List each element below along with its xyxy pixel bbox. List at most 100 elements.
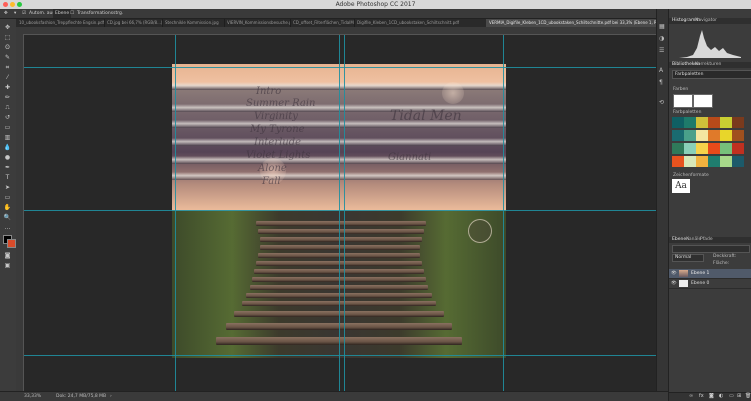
adjustment-layer-icon[interactable]: ◐	[719, 393, 723, 399]
history-panel-icon[interactable]: ⟲	[659, 99, 664, 106]
guide-vertical[interactable]	[503, 35, 504, 391]
quick-mask-icon[interactable]: ◙	[3, 251, 12, 260]
document-tab-active[interactable]: VERMIA_Digifile_Kleben_1CD_ubookstaken_S…	[486, 19, 663, 27]
more-tools-icon[interactable]: …	[3, 223, 12, 232]
color-swatch[interactable]	[720, 130, 732, 141]
eyedropper-tool-icon[interactable]: ⁄	[3, 73, 12, 82]
delete-layer-icon[interactable]: 🗑	[745, 393, 751, 399]
zoom-tool-icon[interactable]: 🔍	[3, 213, 12, 222]
character-style-preview[interactable]: Aa	[672, 179, 690, 193]
tab-adjustments[interactable]: Korrekturen	[695, 62, 721, 68]
document-tab[interactable]: Digifile_Kleben_1CD_ubookstaken_Schiltsc…	[354, 19, 487, 27]
layer-row[interactable]: 👁 Ebene 0	[669, 279, 751, 289]
color-swatch[interactable]	[708, 130, 720, 141]
color-swatch[interactable]	[696, 117, 708, 128]
styles-panel-icon[interactable]: ☰	[659, 47, 664, 54]
color-swatch[interactable]	[672, 130, 684, 141]
vertical-ruler[interactable]	[16, 34, 24, 391]
tab-paths[interactable]: Pfade	[700, 237, 713, 243]
layer-name[interactable]: Ebene 1	[691, 269, 709, 278]
visibility-eye-icon[interactable]: 👁	[671, 279, 677, 288]
color-swatch[interactable]	[708, 156, 720, 167]
color-swatch[interactable]	[672, 143, 684, 154]
color-swatch[interactable]	[684, 117, 696, 128]
document-tab[interactable]: Stechnikle Kommission.jpg	[162, 19, 225, 27]
character-panel-icon[interactable]: A	[659, 67, 663, 74]
crop-tool-icon[interactable]: ⌗	[3, 63, 12, 72]
color-swatch[interactable]	[708, 117, 720, 128]
close-window-button[interactable]	[3, 2, 8, 7]
move-tool-icon[interactable]: ✥	[3, 23, 12, 32]
color-swatch[interactable]	[732, 156, 744, 167]
properties-panel-icon[interactable]: ▦	[659, 23, 665, 30]
blend-mode-select[interactable]: Normal	[672, 254, 704, 262]
screen-mode-icon[interactable]: ▣	[3, 261, 12, 270]
layer-filter-bar[interactable]	[672, 245, 750, 253]
tab-navigator[interactable]: Navigator	[695, 18, 717, 24]
move-tool-icon[interactable]: ✥	[4, 9, 8, 18]
library-select[interactable]: Farbpaletten	[672, 70, 751, 79]
color-swatch[interactable]	[708, 143, 720, 154]
color-swatch[interactable]	[696, 156, 708, 167]
pen-tool-icon[interactable]: ✒	[3, 163, 12, 172]
color-swatch[interactable]	[732, 130, 744, 141]
dodge-tool-icon[interactable]: ●	[3, 153, 12, 162]
guide-vertical[interactable]	[339, 35, 340, 391]
color-swatch[interactable]	[720, 143, 732, 154]
color-swatch[interactable]	[720, 117, 732, 128]
brush-tool-icon[interactable]: ✏	[3, 93, 12, 102]
document-tab[interactable]: 10_ubooksfashion_Treppflechte Engsin.pdf	[16, 19, 105, 27]
type-tool-icon[interactable]: T	[3, 173, 12, 182]
paragraph-panel-icon[interactable]: ¶	[659, 79, 663, 86]
minimize-window-button[interactable]	[10, 2, 15, 7]
gradient-tool-icon[interactable]: ▥	[3, 133, 12, 142]
color-swatch[interactable]	[672, 156, 684, 167]
color-swatch[interactable]	[720, 156, 732, 167]
quick-select-tool-icon[interactable]: ✎	[3, 53, 12, 62]
background-color-swatch[interactable]	[7, 239, 16, 248]
tab-channels[interactable]: Kanäle	[686, 237, 701, 243]
adjustments-panel-icon[interactable]: ◑	[659, 35, 664, 42]
color-swatch[interactable]	[732, 143, 744, 154]
auto-select-target-dropdown[interactable]: Ebene	[53, 9, 72, 18]
visibility-eye-icon[interactable]: 👁	[671, 269, 677, 278]
color-swatch[interactable]	[732, 117, 744, 128]
guide-vertical[interactable]	[175, 35, 176, 391]
new-group-icon[interactable]: ▭	[729, 393, 734, 399]
guide-vertical[interactable]	[344, 35, 345, 391]
color-swatch[interactable]	[684, 130, 696, 141]
guide-horizontal[interactable]	[24, 210, 656, 211]
layer-mask-icon[interactable]: ◙	[709, 393, 714, 399]
transform-controls-checkbox[interactable]: ☐	[70, 9, 74, 18]
auto-select-checkbox[interactable]: ☑	[22, 9, 26, 18]
zoom-window-button[interactable]	[17, 2, 22, 7]
shape-tool-icon[interactable]: ▭	[3, 193, 12, 202]
document-tab[interactable]: VIERVIN_Kommissionsbesuche.pdf	[224, 19, 291, 27]
stamp-tool-icon[interactable]: ⎍	[3, 103, 12, 112]
hand-tool-icon[interactable]: ✋	[3, 203, 12, 212]
new-layer-icon[interactable]: ⊞	[737, 393, 741, 399]
lasso-tool-icon[interactable]: ʘ	[3, 43, 12, 52]
blur-tool-icon[interactable]: 💧	[3, 143, 12, 152]
layer-row-selected[interactable]: 👁 Ebene 1	[669, 269, 751, 279]
color-swatch[interactable]	[672, 117, 684, 128]
document-tab[interactable]: CD_offset_Filterflächen_TidalMen.pdf	[290, 19, 355, 27]
guide-horizontal[interactable]	[24, 355, 656, 356]
color-swatch[interactable]	[693, 94, 713, 108]
layer-name[interactable]: Ebene 0	[691, 279, 709, 288]
healing-tool-icon[interactable]: ✚	[3, 83, 12, 92]
marquee-tool-icon[interactable]: ⬚	[3, 33, 12, 42]
horizontal-ruler[interactable]	[16, 27, 667, 35]
path-select-tool-icon[interactable]: ➤	[3, 183, 12, 192]
color-swatch[interactable]	[684, 143, 696, 154]
color-swatch[interactable]	[673, 94, 693, 108]
tool-preset-dropdown[interactable]: ▾	[14, 9, 16, 18]
document-tab[interactable]: CD.jpg bei 66,7% (RGB/8...)	[104, 19, 163, 27]
color-swatch[interactable]	[684, 156, 696, 167]
color-swatch[interactable]	[696, 143, 708, 154]
layer-style-icon[interactable]: fx	[699, 393, 704, 399]
color-swatch[interactable]	[696, 130, 708, 141]
link-layers-icon[interactable]: ∞	[689, 393, 693, 399]
guide-horizontal[interactable]	[24, 67, 656, 68]
eraser-tool-icon[interactable]: ▭	[3, 123, 12, 132]
